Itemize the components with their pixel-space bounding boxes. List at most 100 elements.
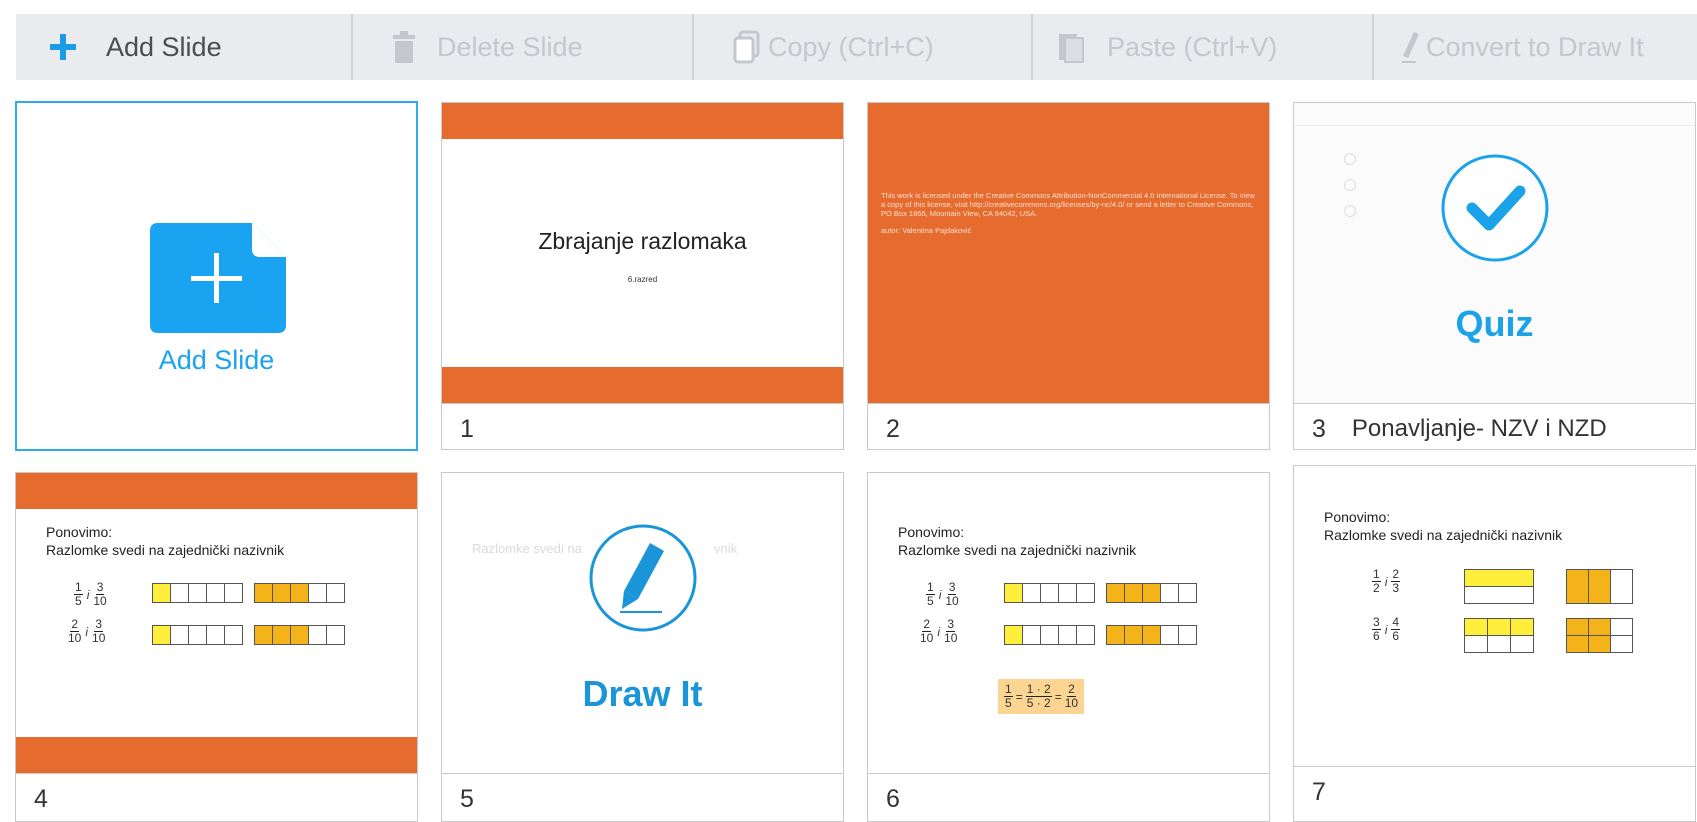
fraction-grid <box>152 583 243 603</box>
numerator: 3 <box>94 617 104 632</box>
denominator: 10 <box>920 631 934 645</box>
quiz-bg-line <box>1294 125 1695 126</box>
slide-caption: 3 Ponavljanje- NZV i NZD <box>1294 403 1695 449</box>
slide-heading: Ponovimo: Razlomke svedi na zajednički n… <box>898 523 1136 559</box>
denominator: 10 <box>93 594 107 608</box>
slide-card-2[interactable]: This work is licensed under the Creative… <box>867 102 1270 450</box>
denominator: 5 <box>927 594 934 608</box>
heading-line-2: Razlomke svedi na zajednički nazivnik <box>46 542 285 558</box>
numerator: 2 <box>1067 682 1076 697</box>
slide-card-6[interactable]: Ponovimo: Razlomke svedi na zajednički n… <box>867 472 1270 822</box>
numerator: 3 <box>95 580 105 595</box>
numerator: 2 <box>922 617 932 632</box>
slide-card-5[interactable]: Razlomke svedi na vnik Draw It 5 <box>441 472 844 822</box>
slide-card-4[interactable]: Ponovimo: Razlomke svedi na zajednički n… <box>15 472 418 822</box>
delete-slide-button[interactable]: Delete Slide <box>353 14 694 80</box>
fraction-row: 2 10 i 3 10 <box>920 617 958 645</box>
fraction-row: 36 i 46 <box>1372 615 1401 643</box>
slide-title: Zbrajanje razlomaka <box>538 228 747 254</box>
checkmark-icon <box>1440 153 1550 263</box>
heading-line-1: Ponovimo: <box>46 524 113 540</box>
fraction-grid <box>1004 625 1095 645</box>
denominator: 3 <box>1392 581 1400 595</box>
slide-caption: 2 <box>868 403 1269 449</box>
copy-label: Copy (Ctrl+C) <box>768 31 934 62</box>
slide-caption-title: Ponavljanje- NZV i NZD <box>1351 415 1607 442</box>
denominator: 6 <box>1392 629 1400 643</box>
slide-thumbnail: Ponovimo: Razlomke svedi na zajednički n… <box>868 473 1269 773</box>
paste-button[interactable]: Paste (Ctrl+V) <box>1033 14 1374 80</box>
numerator: 1 <box>1004 682 1013 697</box>
slide-caption: 4 <box>16 773 417 821</box>
slide-thumbnail: This work is licensed under the Creative… <box>868 103 1269 403</box>
copy-button[interactable]: Copy (Ctrl+C) <box>694 14 1033 80</box>
pencil-icon <box>1400 30 1422 64</box>
numerator: 2 <box>70 617 80 632</box>
denominator: 5 · 2 <box>1026 696 1051 710</box>
paste-label: Paste (Ctrl+V) <box>1107 31 1278 62</box>
slide-toolbar: Add Slide Delete Slide Copy (Ctrl+C) Pas… <box>16 14 1697 80</box>
numerator: 3 <box>947 580 957 595</box>
slide-number: 4 <box>34 784 48 813</box>
license-text: This work is licensed under the Creative… <box>881 191 1261 235</box>
heading-line-1: Ponovimo: <box>1324 509 1391 525</box>
fraction-grid <box>1464 618 1534 653</box>
slide-card-1[interactable]: Zbrajanje razlomaka 6.razred 1 <box>441 102 844 450</box>
convert-to-draw-it-button[interactable]: Convert to Draw It <box>1374 14 1697 80</box>
denominator: 10 <box>944 631 958 645</box>
add-slide-label: Add Slide <box>106 31 222 62</box>
denominator: 5 <box>75 594 82 608</box>
fraction-row: 2 10 i 3 10 <box>68 617 106 645</box>
slide-footer-bar <box>16 737 417 773</box>
add-slide-button[interactable]: Add Slide <box>16 14 353 80</box>
fraction-grid <box>1566 569 1633 604</box>
fraction-row: 15 i 3 10 <box>74 580 107 608</box>
slide-card-7[interactable]: Ponovimo: Razlomke svedi na zajednički n… <box>1293 465 1696 822</box>
denominator: 6 <box>1373 629 1380 643</box>
draw-it-label: Draw It <box>582 673 703 714</box>
pencil-circle-icon <box>588 523 698 633</box>
denominator: 2 <box>1373 581 1380 595</box>
fraction-grid <box>1106 625 1197 645</box>
add-slide-card-label: Add Slide <box>158 345 275 375</box>
heading-line-2: Razlomke svedi na zajednički nazivnik <box>1324 527 1563 543</box>
fraction-grid <box>152 625 243 645</box>
slide-number: 5 <box>460 784 474 813</box>
slide-number: 1 <box>460 414 474 443</box>
plus-icon <box>48 32 78 62</box>
paste-icon <box>1055 30 1085 64</box>
slide-number: 3 <box>1312 414 1326 443</box>
heading-line-2: Razlomke svedi na zajednički nazivnik <box>898 542 1137 558</box>
license-body: This work is licensed under the Creative… <box>881 191 1255 218</box>
slide-thumbnail: Razlomke svedi na vnik Draw It <box>442 473 843 773</box>
heading-line-1: Ponovimo: <box>898 524 965 540</box>
slide-footer-bar <box>442 367 843 403</box>
license-author: autor: Valentina Pajdaković <box>881 226 972 235</box>
fraction-row: 12 i 23 <box>1372 567 1401 595</box>
faded-slide-text: vnik <box>714 541 738 556</box>
denominator: 10 <box>68 631 82 645</box>
fraction-grid <box>1464 569 1534 604</box>
slide-thumbnail: Quiz <box>1294 103 1695 403</box>
numerator: 4 <box>1391 615 1401 630</box>
trash-icon <box>391 31 417 63</box>
numerator: 1 <box>1372 567 1381 582</box>
numerator: 1 <box>926 580 935 595</box>
slide-number: 7 <box>1312 777 1326 806</box>
slide-caption: 5 <box>442 773 843 821</box>
slide-thumbnail: Zbrajanje razlomaka 6.razred <box>442 103 843 403</box>
numerator: 1 <box>74 580 83 595</box>
numerator: 1 · 2 <box>1025 682 1052 697</box>
slide-caption: 1 <box>442 403 843 449</box>
denominator: 10 <box>945 594 959 608</box>
convert-label: Convert to Draw It <box>1426 31 1644 62</box>
fraction-grid <box>254 625 345 645</box>
fraction-formula: 15 = 1 · 25 · 2 = 2 10 <box>998 679 1085 714</box>
slide-heading: Ponovimo: Razlomke svedi na zajednički n… <box>46 523 284 559</box>
slide-caption: 6 <box>868 773 1269 821</box>
delete-slide-label: Delete Slide <box>437 31 583 62</box>
slide-card-3[interactable]: Quiz 3 Ponavljanje- NZV i NZD <box>1293 102 1696 450</box>
add-slide-card[interactable]: Add Slide <box>15 101 418 451</box>
slide-thumbnail: Ponovimo: Razlomke svedi na zajednički n… <box>16 473 417 773</box>
slide-number: 6 <box>886 784 900 813</box>
